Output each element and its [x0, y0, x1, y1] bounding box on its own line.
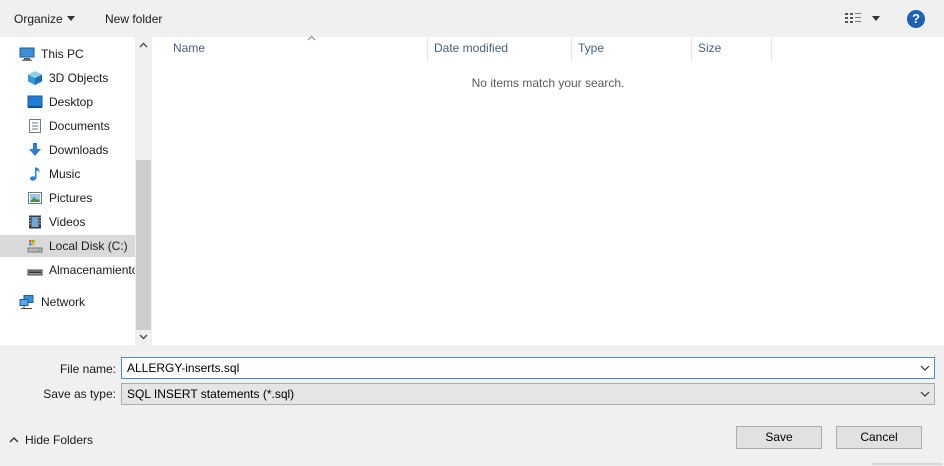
chevron-up-icon [9, 437, 19, 443]
nav-item-almacenamiento[interactable]: Almacenamiento [0, 259, 135, 281]
hide-folders-button[interactable]: Hide Folders [9, 433, 93, 447]
nav-item-label: Documents [49, 119, 110, 133]
column-header-name[interactable]: Name [167, 35, 428, 62]
column-header-label: Type [578, 41, 605, 55]
nav-item-label: 3D Objects [49, 71, 109, 85]
hide-folders-label: Hide Folders [25, 433, 94, 447]
organize-button[interactable]: Organize [14, 11, 75, 27]
cube-icon [28, 71, 42, 85]
nav-item-label: Almacenamiento [49, 263, 135, 277]
usb-drive-icon [27, 269, 43, 276]
download-icon [29, 143, 41, 156]
nav-item-label: Desktop [49, 95, 94, 109]
save-as-type-label: Save as type: [43, 387, 116, 401]
view-options-button[interactable] [845, 12, 885, 26]
new-folder-button[interactable]: New folder [105, 11, 162, 27]
save-as-type-value: SQL INSERT statements (*.sql) [127, 387, 295, 401]
column-header-date-modified[interactable]: Date modified [428, 37, 572, 62]
nav-item-this-pc[interactable]: This PC [0, 43, 135, 65]
music-icon [30, 167, 40, 181]
scroll-down-icon[interactable] [139, 332, 148, 341]
nav-item-pictures[interactable]: Pictures [0, 187, 135, 209]
chevron-down-icon [920, 391, 930, 397]
save-button[interactable]: Save [736, 426, 822, 449]
desktop-icon [27, 95, 43, 108]
organize-label: Organize [14, 12, 63, 26]
column-header-label: Date modified [434, 41, 509, 55]
nav-item-label: Videos [49, 215, 86, 229]
sort-ascending-icon [307, 35, 316, 41]
network-icon [19, 295, 34, 309]
chevron-down-icon [66, 16, 75, 22]
nav-scrollbar[interactable] [135, 37, 152, 345]
browser-area: This PC 3D Objects Desktop Documents Dow… [0, 35, 944, 345]
nav-item-label: Pictures [49, 191, 93, 205]
nav-item-videos[interactable]: Videos [0, 211, 135, 233]
help-button[interactable]: ? [907, 10, 925, 28]
nav-item-local-disk[interactable]: Local Disk (C:) [0, 235, 135, 257]
nav-item-3d-objects[interactable]: 3D Objects [0, 67, 135, 89]
empty-message: No items match your search. [471, 76, 625, 90]
chevron-down-icon[interactable] [920, 364, 930, 372]
chevron-down-icon [872, 16, 880, 21]
navigation-pane: This PC 3D Objects Desktop Documents Dow… [0, 37, 135, 345]
column-header-label: Size [698, 41, 722, 55]
nav-item-music[interactable]: Music [0, 163, 135, 185]
nav-item-downloads[interactable]: Downloads [0, 139, 135, 161]
nav-item-desktop[interactable]: Desktop [0, 91, 135, 113]
document-icon [29, 119, 41, 133]
column-header-label: Name [173, 41, 206, 55]
picture-icon [28, 192, 42, 204]
scrollbar-thumb[interactable] [136, 160, 151, 330]
nav-item-network[interactable]: Network [0, 291, 135, 313]
save-as-type-select[interactable]: SQL INSERT statements (*.sql) [121, 383, 935, 405]
nav-item-documents[interactable]: Documents [0, 115, 135, 137]
nav-item-label: Local Disk (C:) [49, 239, 128, 253]
video-icon [29, 215, 41, 229]
nav-item-label: Music [49, 167, 81, 181]
cancel-button[interactable]: Cancel [836, 426, 922, 449]
file-name-label: File name: [59, 362, 116, 376]
file-name-value: ALLERGY-inserts.sql [127, 361, 240, 375]
nav-item-label: Network [41, 295, 86, 309]
computer-icon [19, 47, 35, 61]
scroll-up-icon[interactable] [139, 41, 148, 50]
toolbar: Organize New folder ? [0, 0, 944, 37]
column-header-size[interactable]: Size [692, 37, 772, 62]
nav-item-label: Downloads [49, 143, 109, 157]
column-header-type[interactable]: Type [572, 37, 692, 62]
file-list: Name Date modified Type Size No items ma… [152, 35, 944, 345]
resize-grip-icon[interactable] [872, 459, 942, 465]
nav-item-label: This PC [41, 47, 84, 61]
drive-icon [27, 240, 43, 253]
view-options-icon [845, 13, 861, 23]
file-name-input[interactable]: ALLERGY-inserts.sql [121, 357, 935, 379]
